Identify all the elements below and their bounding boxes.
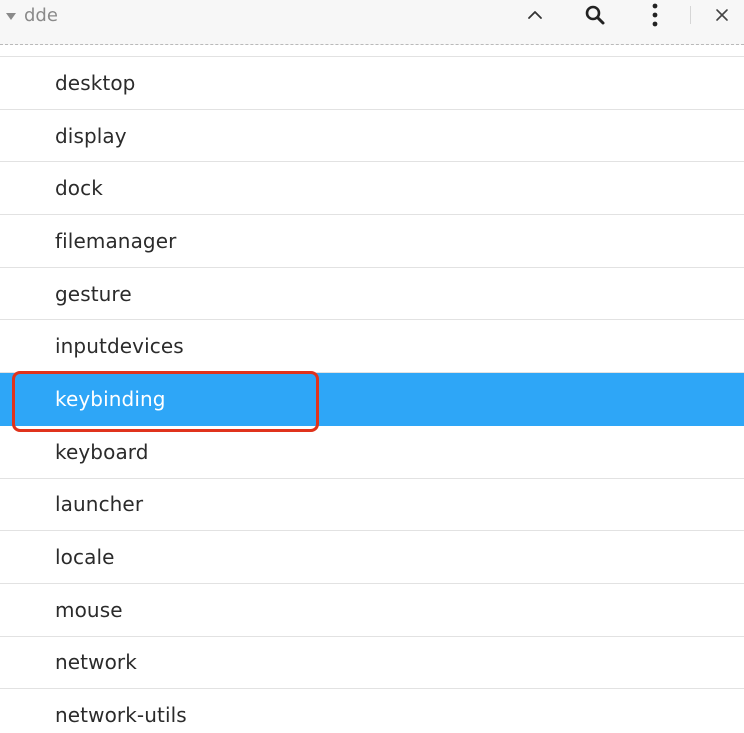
list-item-dock[interactable]: dock [0, 162, 744, 216]
list-item-network[interactable]: network [0, 637, 744, 690]
settings-list: desktop display dock filemanager gesture… [0, 57, 744, 733]
list-item-keybinding[interactable]: keybinding [0, 373, 744, 426]
kebab-menu-icon [652, 3, 658, 27]
close-icon [716, 9, 728, 21]
list-item-label: network-utils [55, 703, 187, 728]
group-title: dde [24, 4, 58, 26]
scrolled-row-edge [0, 46, 744, 57]
list-item-inputdevices[interactable]: inputdevices [0, 320, 744, 374]
group-toggle[interactable]: dde [6, 4, 58, 26]
list-item-mouse[interactable]: mouse [0, 584, 744, 637]
list-item-keyboard[interactable]: keyboard [0, 426, 744, 479]
list-item-network-utils[interactable]: network-utils [0, 689, 744, 733]
list-item-display[interactable]: display [0, 110, 744, 163]
more-menu-button[interactable] [641, 2, 669, 28]
chevron-up-icon [528, 11, 542, 19]
list-item-label: locale [55, 545, 115, 570]
list-item-label: dock [55, 176, 103, 201]
list-item-label: mouse [55, 597, 123, 622]
settings-list-window: dde desktop display dock filemanager ges… [0, 0, 744, 733]
collapse-button[interactable] [521, 2, 549, 28]
list-item-label: keybinding [55, 386, 166, 411]
list-item-filemanager[interactable]: filemanager [0, 215, 744, 268]
list-item-gesture[interactable]: gesture [0, 268, 744, 321]
list-item-label: desktop [55, 70, 136, 95]
list-item-launcher[interactable]: launcher [0, 479, 744, 532]
list-item-desktop[interactable]: desktop [0, 57, 744, 110]
header-bar: dde [0, 0, 744, 45]
list-item-label: display [55, 123, 127, 148]
list-item-label: keyboard [55, 439, 149, 464]
header-separator [690, 6, 691, 24]
list-item-label: filemanager [55, 228, 177, 253]
list-item-label: launcher [55, 492, 144, 517]
caret-down-icon [6, 12, 16, 20]
search-icon [585, 5, 605, 25]
list-item-label: network [55, 650, 137, 675]
search-button[interactable] [581, 2, 609, 28]
list-item-locale[interactable]: locale [0, 531, 744, 584]
list-item-label: gesture [55, 281, 132, 306]
close-button[interactable] [708, 2, 736, 28]
list-item-label: inputdevices [55, 334, 184, 359]
